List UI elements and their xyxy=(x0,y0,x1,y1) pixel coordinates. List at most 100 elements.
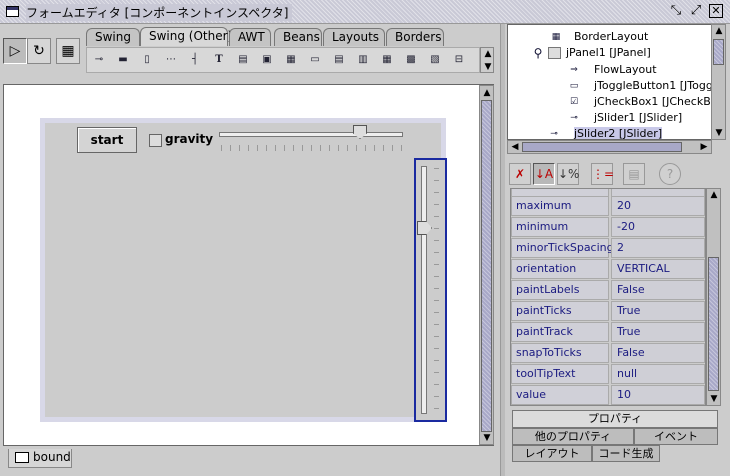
property-row-snaptoticks[interactable]: snapToTicks False xyxy=(511,343,705,363)
tree-item-jslider2[interactable]: ⊸ jSlider2 [JSlider] xyxy=(546,126,663,139)
property-name: maximum xyxy=(511,196,609,216)
property-value[interactable]: 10 xyxy=(611,385,705,405)
jslider2-track[interactable] xyxy=(421,166,427,414)
tab-swing[interactable]: Swing xyxy=(86,28,140,46)
gravity-checkbox[interactable] xyxy=(149,134,162,147)
palette-scroll-up-icon[interactable]: ▲ xyxy=(481,48,495,60)
jslider2-thumb[interactable] xyxy=(417,221,432,235)
property-value[interactable]: 2 xyxy=(611,238,705,258)
jslider1-track[interactable] xyxy=(219,132,403,137)
tree-hscroll-thumb[interactable] xyxy=(522,142,682,152)
sort-by-name-button[interactable]: ↓A xyxy=(533,163,555,185)
scroll-up-icon[interactable]: ▲ xyxy=(712,25,726,37)
tree-hscrollbar[interactable]: ◀ ▶ xyxy=(507,140,712,154)
filechooser-component-icon[interactable]: ▧ xyxy=(427,53,443,67)
desktoppane-component-icon[interactable]: ▦ xyxy=(379,53,395,67)
designer-scrollbar[interactable]: ▲ ▼ xyxy=(479,85,494,445)
expand-handle-icon[interactable]: ⚲ xyxy=(530,47,546,59)
property-value[interactable]: False xyxy=(611,280,705,300)
tree-item-borderlayout[interactable]: ▦ BorderLayout xyxy=(548,29,649,45)
property-row-orientation[interactable]: orientation VERTICAL xyxy=(511,259,705,279)
jslider2-selected[interactable] xyxy=(414,158,447,422)
property-row-tooltiptext[interactable]: toolTipText null xyxy=(511,364,705,384)
selection-tool-button[interactable]: ▷ xyxy=(3,38,27,64)
tree-vscrollbar[interactable]: ▲ ▼ xyxy=(711,24,726,140)
sort-by-type-button[interactable]: ↓% xyxy=(557,163,579,185)
colorchooser-component-icon[interactable]: ▩ xyxy=(403,53,419,67)
tree-item-flowlayout[interactable]: ⇒ FlowLayout xyxy=(566,62,656,78)
property-row-maximum[interactable]: maximum 20 xyxy=(511,196,705,216)
tab-layouts[interactable]: Layouts xyxy=(323,28,385,46)
property-value[interactable]: VERTICAL xyxy=(611,259,705,279)
property-value[interactable]: False xyxy=(611,343,705,363)
scroll-down-icon[interactable]: ▼ xyxy=(712,127,726,139)
separator-component-icon[interactable]: ┤ xyxy=(187,53,203,67)
designer-scroll-thumb[interactable] xyxy=(481,100,492,432)
tab-swing-other[interactable]: Swing (Other) xyxy=(140,27,232,46)
property-row-value[interactable]: value 10 xyxy=(511,385,705,405)
close-button[interactable]: ✕ xyxy=(709,4,723,18)
tab-other-properties[interactable]: 他のプロパティ xyxy=(512,428,634,445)
optionpane-component-icon[interactable]: ⊟ xyxy=(451,53,467,67)
layout-icon: ▦ xyxy=(551,32,561,42)
unsorted-button[interactable]: ✗ xyxy=(509,163,531,185)
scroll-up-icon[interactable]: ▲ xyxy=(480,87,494,99)
splitpane-component-icon[interactable]: ▯ xyxy=(139,53,155,67)
property-name: paintTrack xyxy=(511,322,609,342)
property-scroll-thumb[interactable] xyxy=(708,257,719,391)
tree-vscroll-thumb[interactable] xyxy=(713,39,724,65)
property-value[interactable]: -20 xyxy=(611,217,705,237)
property-name: toolTipText xyxy=(511,364,609,384)
connection-tool-button[interactable]: ↻ xyxy=(27,38,51,64)
minimize-button[interactable]: ⤡ xyxy=(668,4,684,20)
show-editable-button[interactable]: ⋮= xyxy=(591,163,614,185)
palette-scroll-down-icon[interactable]: ▼ xyxy=(481,61,495,73)
maximize-button[interactable]: ⤢ xyxy=(688,4,704,20)
scroll-up-icon[interactable]: ▲ xyxy=(707,189,721,201)
property-name: paintTicks xyxy=(511,301,609,321)
tab-borders[interactable]: Borders xyxy=(386,28,444,46)
scroll-down-icon[interactable]: ▼ xyxy=(707,393,721,405)
progressbar-component-icon[interactable]: ▬ xyxy=(115,53,131,67)
slider-component-icon[interactable]: ⊸ xyxy=(91,53,107,67)
tab-properties[interactable]: プロパティ xyxy=(512,410,718,428)
property-name: snapToTicks xyxy=(511,343,609,363)
property-row-paintticks[interactable]: paintTicks True xyxy=(511,301,705,321)
tab-code-generation[interactable]: コード生成 xyxy=(592,445,660,462)
property-value[interactable]: True xyxy=(611,322,705,342)
scroll-down-icon[interactable]: ▼ xyxy=(480,432,494,444)
scroll-left-icon[interactable]: ◀ xyxy=(508,141,522,153)
splitter[interactable] xyxy=(500,24,505,476)
palette-scroll[interactable]: ▲ ▼ xyxy=(480,47,494,73)
tab-events[interactable]: イベント xyxy=(634,428,718,445)
property-scrollbar[interactable]: ▲ ▼ xyxy=(706,188,721,406)
tab-layout[interactable]: レイアウト xyxy=(512,445,592,462)
tab-beans[interactable]: Beans xyxy=(274,28,322,46)
property-value[interactable]: null xyxy=(611,364,705,384)
jpanel1[interactable]: start gravity xyxy=(45,123,447,422)
tree-item-jcheckbox1[interactable]: ☑ jCheckBox1 [JCheckBox] xyxy=(566,94,711,110)
internalframe-component-icon[interactable]: ▤ xyxy=(331,53,347,67)
property-row-minimum[interactable]: minimum -20 xyxy=(511,217,705,237)
textfield-component-icon[interactable]: ⋯ xyxy=(163,53,179,67)
property-value[interactable]: True xyxy=(611,301,705,321)
property-row-paintlabels[interactable]: paintLabels False xyxy=(511,280,705,300)
tree-item-jslider1[interactable]: ⊸ jSlider1 [JSlider] xyxy=(566,110,682,126)
scroll-right-icon[interactable]: ▶ xyxy=(697,141,711,153)
start-button[interactable]: start xyxy=(77,127,137,153)
editorpane-component-icon[interactable]: ▤ xyxy=(235,53,251,67)
tree-item-jtogglebutton1[interactable]: ▭ jToggleButton1 [JToggleButton] xyxy=(566,78,711,94)
table-component-icon[interactable]: ▦ xyxy=(283,53,299,67)
property-row-painttrack[interactable]: paintTrack True xyxy=(511,322,705,342)
textpane-component-icon[interactable]: T xyxy=(211,53,227,67)
bottom-tab-bound[interactable]: bound xyxy=(8,449,72,468)
tab-awt[interactable]: AWT xyxy=(229,28,271,46)
property-value[interactable]: 20 xyxy=(611,196,705,216)
component-tree: ▦ BorderLayout ⚲ jPanel1 [JPanel] ⇒ Flow… xyxy=(507,24,712,140)
property-row-minortickspacing[interactable]: minorTickSpacing 2 xyxy=(511,238,705,258)
toolbar-component-icon[interactable]: ▭ xyxy=(307,53,323,67)
test-form-button[interactable]: ▦ xyxy=(56,38,80,64)
layeredpane-component-icon[interactable]: ▥ xyxy=(355,53,371,67)
tree-component-icon[interactable]: ▣ xyxy=(259,53,275,67)
tree-item-jpanel1[interactable]: ⚲ jPanel1 [JPanel] xyxy=(530,45,651,61)
